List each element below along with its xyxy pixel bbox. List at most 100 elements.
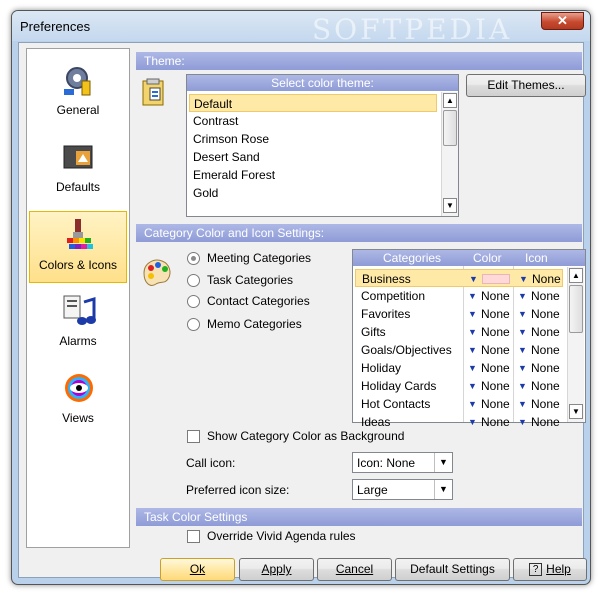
color-dropdown-icon[interactable]: ▼ [468, 287, 477, 305]
icon-value: None [531, 415, 560, 429]
radio-label: Contact Categories [207, 294, 310, 308]
list-item[interactable]: Gold [189, 184, 437, 202]
icon-dropdown-icon[interactable]: ▼ [518, 413, 527, 431]
column-header: Color [473, 251, 502, 265]
color-dropdown-icon[interactable]: ▼ [468, 377, 477, 395]
list-item[interactable]: Desert Sand [189, 148, 437, 166]
gear-icon [64, 67, 91, 96]
table-row[interactable]: Favorites ▼ None ▼ None [355, 305, 563, 323]
chevron-down-icon[interactable]: ▼ [434, 453, 452, 472]
color-value: None [481, 397, 510, 411]
radio-label: Memo Categories [207, 317, 302, 331]
list-item[interactable]: Contrast [189, 112, 437, 130]
sidebar-item-general[interactable]: General [29, 57, 127, 129]
table-row[interactable]: Gifts ▼ None ▼ None [355, 323, 563, 341]
category-scrollbar[interactable]: ▲ ▼ [567, 267, 584, 422]
radio-contact-categories[interactable] [187, 295, 200, 308]
palette-icon [143, 259, 171, 286]
show-category-color-checkbox[interactable] [187, 430, 200, 443]
help-label: Help [546, 562, 571, 576]
call-icon-value: Icon: None [357, 456, 416, 470]
help-icon: ? [529, 563, 543, 577]
dialog-client: General Defaults Colors & Icons Alarms V… [18, 42, 587, 581]
apply-button[interactable]: Apply [239, 558, 314, 581]
table-row[interactable]: Competition ▼ None ▼ None [355, 287, 563, 305]
color-value: None [481, 361, 510, 375]
scroll-up-icon[interactable]: ▲ [569, 268, 583, 283]
cancel-button[interactable]: Cancel [317, 558, 392, 581]
category-table[interactable]: Categories Color Icon Business ▼ ▼ None Comp… [352, 249, 586, 429]
radio-label: Meeting Categories [207, 251, 312, 265]
call-icon-select[interactable]: Icon: None ▼ [352, 452, 453, 473]
preferred-size-select[interactable]: Large ▼ [352, 479, 453, 500]
scroll-thumb[interactable] [443, 110, 457, 146]
radio-meeting-categories[interactable] [187, 252, 200, 265]
chevron-down-icon[interactable]: ▼ [434, 480, 452, 499]
radio-task-categories[interactable] [187, 274, 200, 287]
category-name: Competition [361, 289, 426, 303]
sidebar-item-label: Defaults [55, 180, 101, 194]
ok-button[interactable]: Ok [160, 558, 235, 581]
apply-label: Apply [261, 562, 292, 576]
paintbrush-icon [67, 219, 93, 249]
icon-value: None [531, 343, 560, 357]
ok-label: Ok [189, 562, 206, 576]
icon-dropdown-icon[interactable]: ▼ [518, 377, 527, 395]
theme-listbox[interactable]: Select color theme: Default Contrast Cri… [186, 74, 459, 217]
category-name: Gifts [361, 325, 386, 339]
icon-dropdown-icon[interactable]: ▼ [518, 395, 527, 413]
scroll-down-icon[interactable]: ▼ [443, 198, 457, 213]
scroll-thumb[interactable] [569, 285, 583, 333]
sidebar-item-alarms[interactable]: Alarms [29, 288, 127, 360]
color-dropdown-icon[interactable]: ▼ [469, 270, 478, 288]
category-name: Holiday [361, 361, 402, 375]
color-dropdown-icon[interactable]: ▼ [468, 395, 477, 413]
edit-themes-label: Edit Themes... [487, 78, 565, 92]
alarm-music-icon [63, 295, 96, 325]
edit-themes-button[interactable]: Edit Themes... [466, 74, 586, 97]
color-value: None [481, 415, 510, 429]
list-item[interactable]: Default [189, 94, 437, 112]
title-bar[interactable]: Preferences SOFTPEDIA ✕ [12, 11, 590, 46]
override-vivid-checkbox[interactable] [187, 530, 200, 543]
sidebar-item-views[interactable]: Views [29, 365, 127, 437]
color-dropdown-icon[interactable]: ▼ [468, 323, 477, 341]
radio-label: Task Categories [207, 273, 294, 287]
table-row[interactable]: Holiday Cards ▼ None ▼ None [355, 377, 563, 395]
table-row[interactable]: Goals/Objectives ▼ None ▼ None [355, 341, 563, 359]
icon-value: None [532, 272, 561, 286]
category-name: Business [362, 272, 411, 286]
list-item[interactable]: Emerald Forest [189, 166, 437, 184]
color-dropdown-icon[interactable]: ▼ [468, 359, 477, 377]
color-dropdown-icon[interactable]: ▼ [468, 413, 477, 431]
category-name: Goals/Objectives [361, 343, 452, 357]
icon-dropdown-icon[interactable]: ▼ [518, 359, 527, 377]
table-row[interactable]: Business ▼ ▼ None [355, 269, 563, 287]
category-section-header: Category Color and Icon Settings: [136, 224, 582, 242]
icon-value: None [531, 397, 560, 411]
table-header: Categories Color Icon [353, 250, 585, 266]
scroll-up-icon[interactable]: ▲ [443, 93, 457, 108]
list-item[interactable]: Crimson Rose [189, 130, 437, 148]
column-header: Icon [525, 251, 548, 265]
icon-value: None [531, 361, 560, 375]
sidebar-item-defaults[interactable]: Defaults [29, 134, 127, 206]
radio-memo-categories[interactable] [187, 318, 200, 331]
help-button[interactable]: ? Help [513, 558, 587, 581]
table-row[interactable]: Holiday ▼ None ▼ None [355, 359, 563, 377]
color-dropdown-icon[interactable]: ▼ [468, 341, 477, 359]
icon-dropdown-icon[interactable]: ▼ [518, 287, 527, 305]
scroll-down-icon[interactable]: ▼ [569, 404, 583, 419]
category-name: Holiday Cards [361, 379, 437, 393]
theme-scrollbar[interactable]: ▲ ▼ [441, 92, 458, 216]
table-row[interactable]: Hot Contacts ▼ None ▼ None [355, 395, 563, 413]
icon-dropdown-icon[interactable]: ▼ [518, 341, 527, 359]
close-button[interactable]: ✕ [541, 12, 584, 30]
icon-dropdown-icon[interactable]: ▼ [518, 305, 527, 323]
icon-dropdown-icon[interactable]: ▼ [519, 270, 528, 288]
icon-dropdown-icon[interactable]: ▼ [518, 323, 527, 341]
default-settings-button[interactable]: Default Settings [395, 558, 510, 581]
theme-icon [142, 78, 164, 106]
sidebar-item-colors-icons[interactable]: Colors & Icons [29, 211, 127, 283]
color-dropdown-icon[interactable]: ▼ [468, 305, 477, 323]
